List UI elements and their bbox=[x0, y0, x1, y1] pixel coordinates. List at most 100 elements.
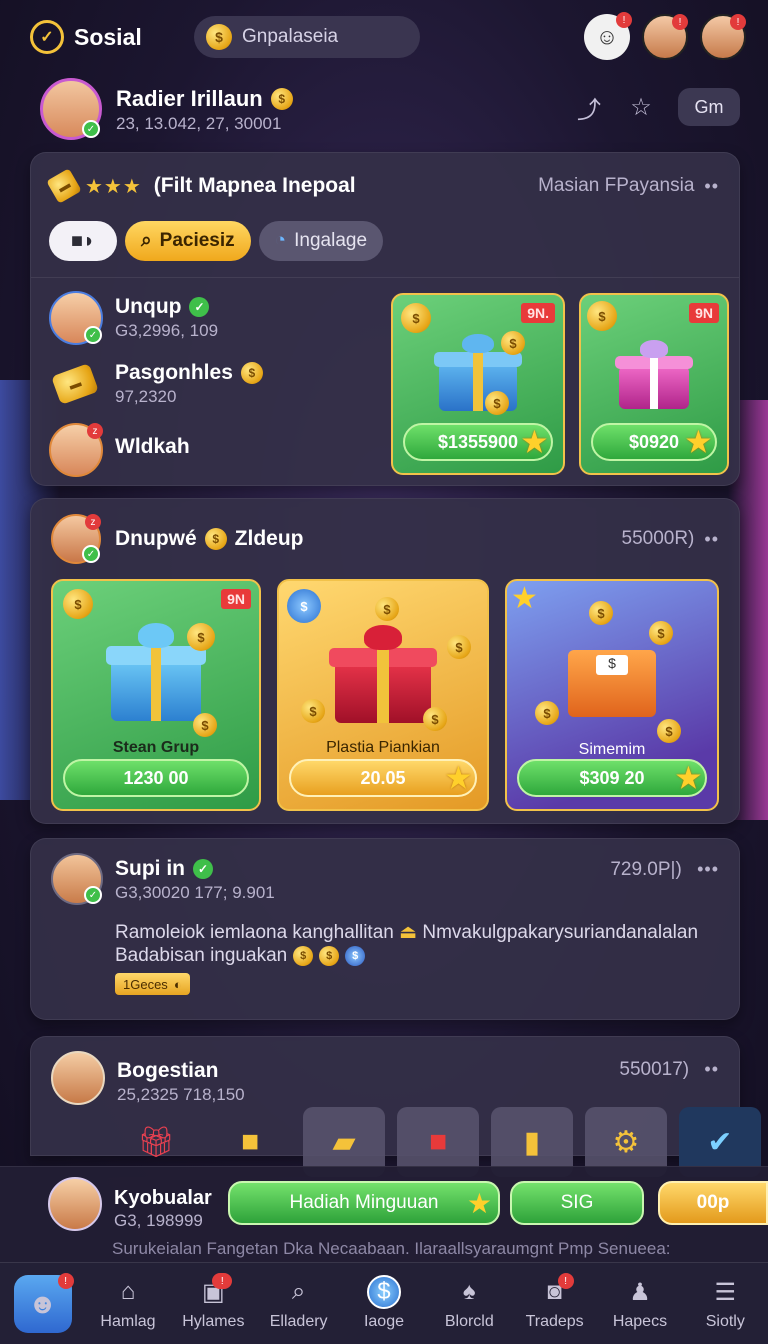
star-icon: ★ bbox=[521, 426, 547, 458]
pill-label: Ingalage bbox=[294, 230, 368, 251]
nav-item-home[interactable]: ⌂ Hamlag bbox=[85, 1263, 170, 1344]
verified-icon: ✓ bbox=[84, 326, 102, 344]
more-icon[interactable]: ••• bbox=[697, 859, 719, 879]
inventory-meta: 550017) •• bbox=[619, 1059, 719, 1081]
avatar[interactable]: z ✓ bbox=[51, 514, 101, 564]
share-icon[interactable]: ⤴ bbox=[574, 92, 604, 124]
coin-icon: $ bbox=[535, 701, 559, 725]
promo-user: Kyobualar bbox=[114, 1187, 212, 1209]
gm-button[interactable]: Gm bbox=[678, 88, 740, 126]
coin-badge-icon: $ bbox=[587, 301, 617, 331]
user-stat: 97,2320 bbox=[115, 387, 177, 406]
nav-item-world[interactable]: ♠ Blorcld bbox=[427, 1263, 512, 1344]
coin-icon: $ bbox=[187, 623, 215, 651]
coin-icon: $ bbox=[193, 713, 217, 737]
app-title: Sosial bbox=[74, 23, 142, 50]
nav-item-search[interactable]: ⌕ Elladery bbox=[256, 1263, 341, 1344]
leaf-icon: ♠ bbox=[462, 1278, 476, 1305]
app-brand[interactable]: ✓ Sosial bbox=[30, 20, 142, 54]
notification-badge: ! bbox=[57, 1273, 74, 1289]
price-button[interactable]: $309 20 ★ bbox=[517, 759, 707, 797]
coin-search-icon: $ bbox=[206, 24, 232, 50]
gift-card[interactable]: ★ $ $ $ $ $ Simemim $309 20 ★ bbox=[505, 579, 719, 811]
price-button[interactable]: 20.05 ★ bbox=[289, 759, 477, 797]
avatar[interactable]: ✓ bbox=[40, 78, 102, 140]
search-bar[interactable]: $ bbox=[194, 16, 420, 58]
nav-label: Blorcld bbox=[444, 1313, 494, 1330]
price-button[interactable]: 1230 00 bbox=[63, 759, 249, 797]
more-icon[interactable]: •• bbox=[704, 1059, 719, 1079]
profile-subtitle: 23, 13.042, 27, 30001 bbox=[116, 114, 282, 133]
coin-icon: $ bbox=[270, 88, 293, 110]
coin-icon: $ bbox=[375, 597, 399, 621]
price-value: $0920 bbox=[628, 431, 680, 452]
list-item[interactable]: z Wldkah bbox=[49, 421, 379, 487]
coin-icon: $ bbox=[589, 601, 613, 625]
nav-item-games[interactable]: ▣ ! Hylames bbox=[171, 1263, 256, 1344]
coin-icon: ◐ bbox=[173, 976, 182, 992]
notification-badge: ! bbox=[557, 1273, 574, 1289]
reward-chip[interactable]: 1Geces ◐ bbox=[115, 973, 190, 995]
user-name-row: Unqup ✓ bbox=[115, 295, 210, 319]
friend-avatar-2[interactable]: ! bbox=[700, 14, 746, 60]
dollar-coin-icon: $ bbox=[345, 946, 366, 966]
post-card: ✓ Supi in ✓ G3,30020 177; 9.901 729.0P|)… bbox=[30, 838, 740, 1020]
user-list: ✓ Unqup ✓ G3,2996, 109 ▬ Pasgonhles $ 97… bbox=[49, 289, 379, 487]
coin-icon: $ bbox=[301, 699, 325, 723]
more-icon[interactable]: •• bbox=[704, 176, 719, 197]
profile-name-row: Radier Irillaun $ bbox=[116, 86, 293, 112]
post-text: Badabisan inguakan bbox=[115, 945, 288, 966]
coin-icon: $ bbox=[657, 719, 681, 743]
gift-box-icon bbox=[329, 625, 437, 723]
gift-card[interactable]: $ 9N. $ $ $1355900 ★ bbox=[391, 293, 565, 475]
nav-label: Siotly bbox=[705, 1313, 745, 1330]
star-icon: ★ bbox=[675, 762, 701, 794]
check-badge-icon: ✔ bbox=[707, 1125, 733, 1159]
profile-actions: ⤴ ☆ Gm bbox=[574, 88, 740, 126]
user-name-row: Pasgonhles $ bbox=[115, 361, 263, 385]
filter-pill[interactable]: ◔ Ingalage bbox=[258, 221, 384, 261]
nav-item-people[interactable]: ♟ Hapecs bbox=[597, 1263, 682, 1344]
stars-icon: ★★★ bbox=[85, 175, 142, 198]
list-item[interactable]: ✓ Unqup ✓ G3,2996, 109 bbox=[49, 289, 379, 355]
coin-icon: $ bbox=[240, 362, 263, 384]
notification-badge: ! bbox=[730, 14, 746, 30]
more-icon[interactable]: •• bbox=[704, 529, 719, 550]
camera-pill[interactable]: ■◗ bbox=[49, 221, 117, 261]
search-input[interactable] bbox=[242, 26, 402, 48]
list-item[interactable]: ▬ Pasgonhles $ 97,2320 bbox=[49, 355, 379, 421]
coin-icon: $ bbox=[423, 707, 447, 731]
post-text-line1: Ramoleiok iemlaona kanghallitan ⏏ Nmvaku… bbox=[115, 921, 698, 944]
post-text-line2: Badabisan inguakan $ $ $ bbox=[115, 945, 366, 967]
price-button[interactable]: $1355900 ★ bbox=[403, 423, 553, 461]
menu-icon: ☰ bbox=[714, 1278, 737, 1306]
price-button[interactable]: $0920 ★ bbox=[591, 423, 717, 461]
gift-card[interactable]: $ 9N $0920 ★ bbox=[579, 293, 729, 475]
mascot-avatar[interactable]: ☺ ! bbox=[584, 12, 632, 60]
tag-badge: 9N bbox=[689, 303, 719, 323]
nav-item-wallet[interactable]: $ Iaoge bbox=[341, 1263, 426, 1344]
weekly-gift-button[interactable]: Hadiah Minguuan ★ bbox=[228, 1181, 500, 1225]
gift-card[interactable]: $ 9N $ $ Stean Grup 1230 00 bbox=[51, 579, 261, 811]
coin-icon: $ bbox=[501, 331, 525, 355]
search-pill[interactable]: ⌕ Paciesiz bbox=[125, 221, 251, 261]
gold-stack-icon: ▬ bbox=[49, 357, 103, 411]
nav-item-mascot[interactable]: ☻ ! bbox=[0, 1263, 85, 1344]
home-icon: ⌂ bbox=[120, 1278, 136, 1305]
gift-card[interactable]: $ $ $ $ $ Plastia Piankian 20.05 ★ bbox=[277, 579, 489, 811]
sig-button[interactable]: SIG bbox=[510, 1181, 644, 1225]
nav-item-trade[interactable]: ◙ ! Tradeps bbox=[512, 1263, 597, 1344]
avatar[interactable] bbox=[51, 1051, 105, 1105]
nav-item-menu[interactable]: ☰ Siotly bbox=[683, 1263, 768, 1344]
profile-row: ✓ Radier Irillaun $ 23, 13.042, 27, 3000… bbox=[40, 78, 740, 142]
post-author: Supi in bbox=[115, 857, 185, 880]
friend-avatar-1[interactable]: ! bbox=[642, 14, 688, 60]
avatar[interactable] bbox=[48, 1177, 102, 1231]
star-outline-icon[interactable]: ☆ bbox=[626, 92, 656, 122]
check-circle-icon: ✓ bbox=[30, 20, 64, 54]
avatar[interactable]: ✓ bbox=[51, 853, 103, 905]
button-label: SIG bbox=[560, 1192, 594, 1213]
verified-icon: ✓ bbox=[82, 120, 100, 138]
post-text: Ramoleiok iemlaona kanghallitan bbox=[115, 922, 394, 943]
coin-button[interactable]: 00p bbox=[658, 1181, 768, 1225]
